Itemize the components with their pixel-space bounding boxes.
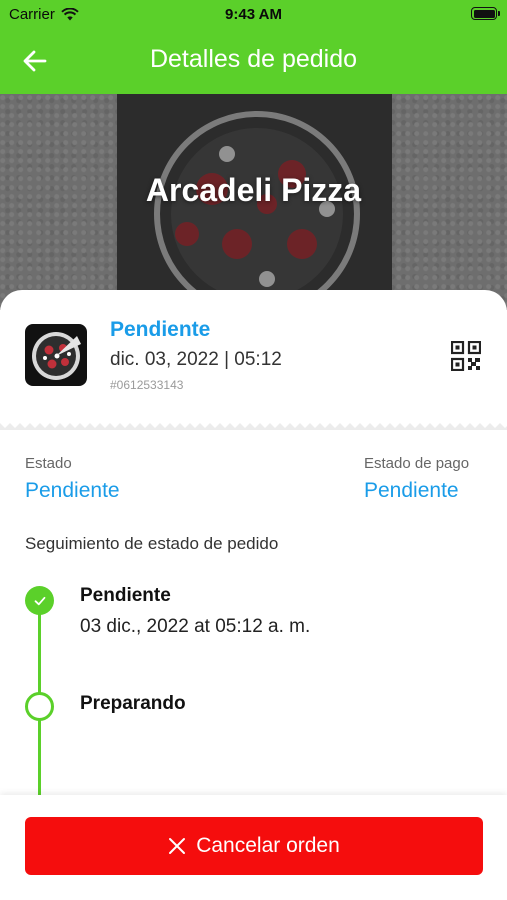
close-icon bbox=[169, 838, 186, 854]
tracking-title: Seguimiento de estado de pedido bbox=[25, 534, 279, 553]
restaurant-name: Arcadeli Pizza bbox=[145, 172, 362, 208]
cancel-order-label: Cancelar orden bbox=[196, 834, 340, 857]
battery-icon bbox=[471, 7, 500, 20]
cancel-order-button[interactable]: Cancelar orden bbox=[25, 817, 483, 875]
qr-code-button[interactable] bbox=[450, 340, 482, 372]
qr-code-icon bbox=[450, 340, 482, 372]
nav-bar: Detalles de pedido bbox=[0, 28, 507, 94]
status-bar: Carrier 9:43 AM bbox=[0, 0, 507, 28]
bottom-action-bar: Cancelar orden bbox=[0, 795, 507, 900]
clock: 9:43 AM bbox=[225, 6, 282, 23]
payment-state-label: Estado de pago bbox=[364, 455, 470, 472]
timeline-step-date: 03 dic., 2022 at 05:12 a. m. bbox=[80, 616, 311, 637]
order-details: Estado Pendiente Estado de pago Pendient… bbox=[0, 430, 507, 795]
order-number: #0612533143 bbox=[110, 378, 184, 392]
order-summary-card: Pendiente dic. 03, 2022 | 05:12 #0612533… bbox=[0, 290, 507, 426]
timeline-step-title: Pendiente bbox=[80, 585, 171, 606]
page-title: Detalles de pedido bbox=[149, 45, 358, 73]
zigzag-divider bbox=[0, 418, 507, 430]
order-date: dic. 03, 2022 | 05:12 bbox=[110, 349, 282, 370]
check-icon bbox=[34, 596, 45, 605]
timeline-step-done-indicator bbox=[25, 586, 54, 615]
order-status: Pendiente bbox=[110, 318, 211, 341]
timeline-step-title: Preparando bbox=[80, 693, 186, 714]
state-label: Estado bbox=[25, 455, 72, 472]
restaurant-banner: Arcadeli Pizza bbox=[0, 94, 507, 310]
timeline-step-pending-indicator bbox=[25, 692, 54, 721]
state-value: Pendiente bbox=[25, 479, 120, 502]
payment-state-value: Pendiente bbox=[364, 479, 459, 502]
restaurant-logo bbox=[25, 324, 87, 386]
